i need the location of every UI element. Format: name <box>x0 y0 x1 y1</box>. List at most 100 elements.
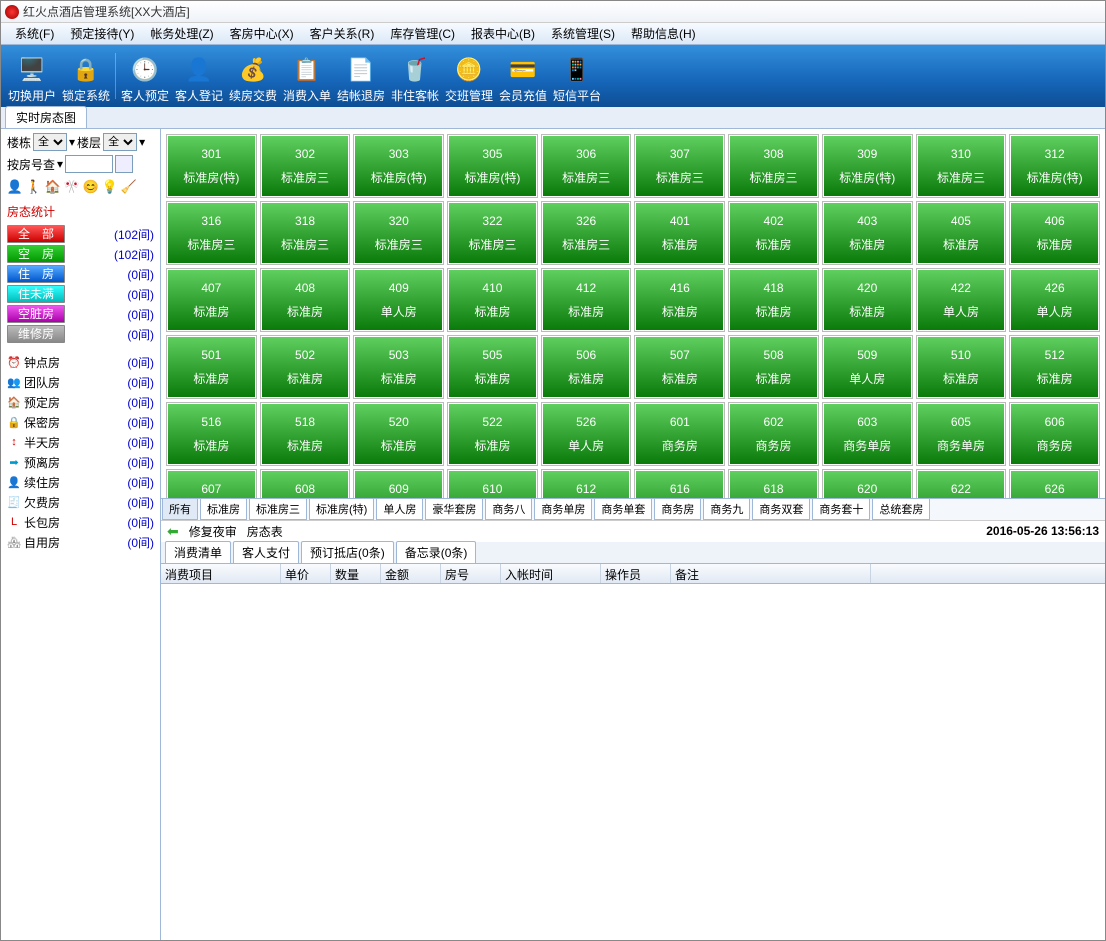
menu-item[interactable]: 库存管理(C) <box>382 23 463 44</box>
room-cell[interactable]: 501标准房 <box>167 336 256 398</box>
room-cell[interactable]: 610商务房 <box>448 470 537 498</box>
room-cell[interactable]: 408标准房 <box>261 269 350 331</box>
room-cell[interactable]: 506标准房 <box>542 336 631 398</box>
room-cell[interactable]: 526单人房 <box>542 403 631 465</box>
room-cell[interactable]: 416标准房 <box>635 269 724 331</box>
menu-item[interactable]: 系统(F) <box>7 23 62 44</box>
room-cell[interactable]: 505标准房 <box>448 336 537 398</box>
stat-row[interactable]: 空 房(102间) <box>7 244 154 264</box>
room-cell[interactable]: 406标准房 <box>1010 202 1099 264</box>
grid-column-header[interactable]: 消费项目 <box>161 564 281 583</box>
room-cell[interactable]: 409单人房 <box>354 269 443 331</box>
room-cell[interactable]: 420标准房 <box>823 269 912 331</box>
room-cell[interactable]: 307标准房三 <box>635 135 724 197</box>
menu-item[interactable]: 客房中心(X) <box>222 23 302 44</box>
room-cell[interactable]: 603商务单房 <box>823 403 912 465</box>
room-cell[interactable]: 602商务房 <box>729 403 818 465</box>
filter-tab[interactable]: 商务单房 <box>534 498 592 520</box>
stat-row[interactable]: 住未满(0间) <box>7 284 154 304</box>
detail-tab[interactable]: 预订抵店(0条) <box>301 541 394 563</box>
toolbar-button[interactable]: 📱短信平台 <box>550 48 604 104</box>
legend-item[interactable]: ➡预离房(0间) <box>7 452 154 472</box>
room-cell[interactable]: 612商务房 <box>542 470 631 498</box>
grid-column-header[interactable]: 入帐时间 <box>501 564 601 583</box>
filter-tab[interactable]: 商务九 <box>703 498 750 520</box>
room-cell[interactable]: 622商务房 <box>917 470 1006 498</box>
room-cell[interactable]: 518标准房 <box>261 403 350 465</box>
room-cell[interactable]: 606商务房 <box>1010 403 1099 465</box>
stat-button[interactable]: 维修房 <box>7 325 65 343</box>
detail-tab[interactable]: 消费清单 <box>165 541 231 563</box>
room-cell[interactable]: 508标准房 <box>729 336 818 398</box>
room-cell[interactable]: 601商务房 <box>635 403 724 465</box>
filter-tab[interactable]: 商务单套 <box>594 498 652 520</box>
room-cell[interactable]: 318标准房三 <box>261 202 350 264</box>
room-cell[interactable]: 626商务单房 <box>1010 470 1099 498</box>
room-cell[interactable]: 401标准房 <box>635 202 724 264</box>
legend-item[interactable]: ⏰钟点房(0间) <box>7 352 154 372</box>
room-cell[interactable]: 522标准房 <box>448 403 537 465</box>
stat-row[interactable]: 住 房(0间) <box>7 264 154 284</box>
filter-tab[interactable]: 商务双套 <box>752 498 810 520</box>
search-button[interactable] <box>115 155 133 173</box>
flag-icon[interactable]: 🎌 <box>64 179 80 195</box>
grid-column-header[interactable]: 备注 <box>671 564 871 583</box>
filter-tab[interactable]: 商务房 <box>654 498 701 520</box>
grid-column-header[interactable]: 数量 <box>331 564 381 583</box>
toolbar-button[interactable]: 🪙交班管理 <box>442 48 496 104</box>
legend-item[interactable]: ↕半天房(0间) <box>7 432 154 452</box>
room-cell[interactable]: 608商务房 <box>261 470 350 498</box>
stat-row[interactable]: 空脏房(0间) <box>7 304 154 324</box>
room-cell[interactable]: 312标准房(特) <box>1010 135 1099 197</box>
building-select[interactable]: 全 <box>33 133 67 151</box>
toolbar-button[interactable]: 🥤非住客帐 <box>388 48 442 104</box>
room-cell[interactable]: 618商务房 <box>729 470 818 498</box>
toolbar-button[interactable]: 📄结帐退房 <box>334 48 388 104</box>
legend-item[interactable]: L长包房(0间) <box>7 512 154 532</box>
stat-button[interactable]: 全 部 <box>7 225 65 243</box>
room-cell[interactable]: 305标准房(特) <box>448 135 537 197</box>
legend-item[interactable]: 🏠预定房(0间) <box>7 392 154 412</box>
filter-tab[interactable]: 标准房 <box>200 498 247 520</box>
menu-item[interactable]: 报表中心(B) <box>463 23 543 44</box>
filter-tab[interactable]: 豪华套房 <box>425 498 483 520</box>
room-cell[interactable]: 412标准房 <box>542 269 631 331</box>
stat-button[interactable]: 空脏房 <box>7 305 65 323</box>
room-cell[interactable]: 620商务房 <box>823 470 912 498</box>
room-cell[interactable]: 407标准房 <box>167 269 256 331</box>
stat-row[interactable]: 全 部(102间) <box>7 224 154 244</box>
stat-row[interactable]: 维修房(0间) <box>7 324 154 344</box>
room-cell[interactable]: 422单人房 <box>917 269 1006 331</box>
legend-item[interactable]: 🧾欠费房(0间) <box>7 492 154 512</box>
walk-icon[interactable]: 🚶 <box>26 179 42 195</box>
room-cell[interactable]: 402标准房 <box>729 202 818 264</box>
menu-item[interactable]: 帮助信息(H) <box>623 23 704 44</box>
room-cell[interactable]: 605商务单房 <box>917 403 1006 465</box>
legend-item[interactable]: 👥团队房(0间) <box>7 372 154 392</box>
floor-select[interactable]: 全 <box>103 133 137 151</box>
toolbar-button[interactable]: 🕒客人预定 <box>118 48 172 104</box>
stat-button[interactable]: 住未满 <box>7 285 65 303</box>
filter-tab[interactable]: 所有 <box>162 498 198 520</box>
room-cell[interactable]: 309标准房(特) <box>823 135 912 197</box>
repair-audit-link[interactable]: 修复夜审 <box>189 523 237 540</box>
menu-item[interactable]: 预定接待(Y) <box>62 23 142 44</box>
room-cell[interactable]: 507标准房 <box>635 336 724 398</box>
grid-column-header[interactable]: 操作员 <box>601 564 671 583</box>
toolbar-button[interactable]: 📋消费入单 <box>280 48 334 104</box>
room-cell[interactable]: 607商务单房 <box>167 470 256 498</box>
room-cell[interactable]: 302标准房三 <box>261 135 350 197</box>
toolbar-button[interactable]: 🖥️切换用户 <box>5 48 59 104</box>
room-cell[interactable]: 509单人房 <box>823 336 912 398</box>
stat-button[interactable]: 空 房 <box>7 245 65 263</box>
filter-tab[interactable]: 标准房(特) <box>309 498 374 520</box>
filter-tab[interactable]: 标准房三 <box>249 498 307 520</box>
room-cell[interactable]: 308标准房三 <box>729 135 818 197</box>
room-cell[interactable]: 426单人房 <box>1010 269 1099 331</box>
room-cell[interactable]: 326标准房三 <box>542 202 631 264</box>
toolbar-button[interactable]: 🔒锁定系统 <box>59 48 113 104</box>
toolbar-button[interactable]: 👤客人登记 <box>172 48 226 104</box>
room-cell[interactable]: 301标准房(特) <box>167 135 256 197</box>
room-cell[interactable]: 512标准房 <box>1010 336 1099 398</box>
menu-item[interactable]: 客户关系(R) <box>302 23 383 44</box>
